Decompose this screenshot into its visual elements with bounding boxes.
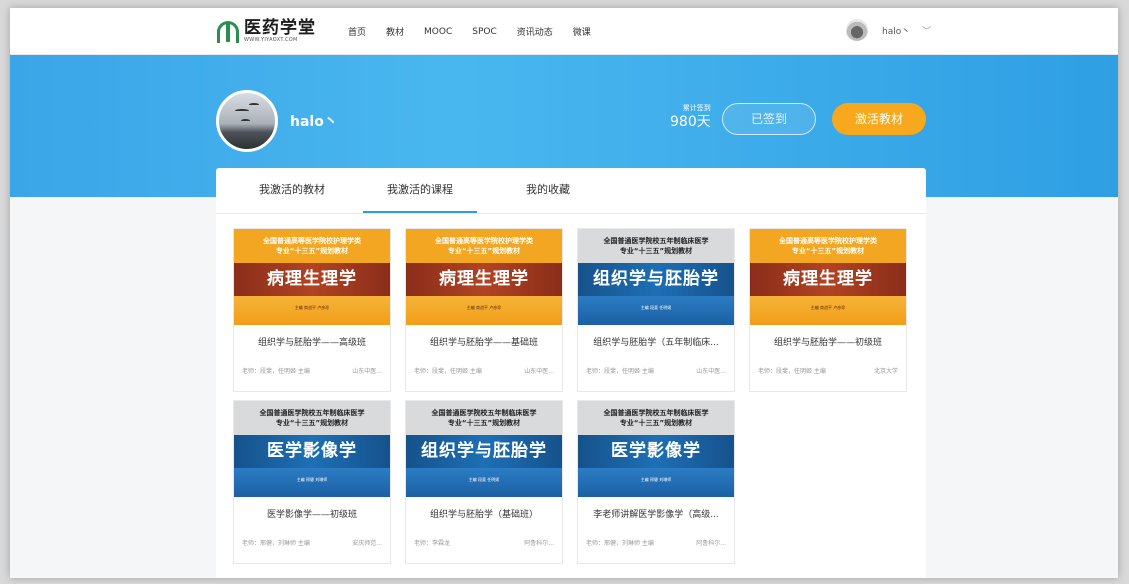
course-meta: 老师：邢健，刘琳师 主编 安庆师范...	[242, 538, 382, 547]
main-nav: 首页 教材 MOOC SPOC 资讯动态 微课	[348, 8, 611, 55]
cover-series: 全国普通医学院校五年制临床医学 专业“十三五”规划教材	[578, 401, 734, 435]
sign-in-stats: 累计签到 980天	[670, 103, 711, 131]
course-cover[interactable]: 全国普通高等医学院校护理学类 专业“十三五”规划教材 病理生理学 主编 商战平 卢彦…	[234, 229, 390, 325]
cover-title: 组织学与胚胎学	[406, 435, 562, 468]
signed-in-button[interactable]: 已签到	[722, 103, 816, 135]
top-navbar: 医药学堂 WWW.YIYAOXT.COM 首页 教材 MOOC SPOC 资讯动…	[10, 8, 1118, 55]
course-teacher: 老师：段斐，任明姬 主编	[586, 368, 654, 375]
tab-favorites[interactable]: 我的收藏	[526, 168, 570, 214]
cover-authors: 主编 段斐 任明姬	[406, 468, 562, 497]
course-cover[interactable]: 全国普通医学院校五年制临床医学 专业“十三五”规划教材 组织学与胚胎学 主编 段斐 …	[406, 401, 562, 497]
course-school: 山东中医...	[524, 368, 554, 375]
sign-in-label: 累计签到	[682, 104, 711, 112]
course-title[interactable]: 组织学与胚胎学（五年制临床...	[586, 335, 726, 348]
cover-title: 医学影像学	[578, 435, 734, 468]
cover-series: 全国普通医学院校五年制临床医学 专业“十三五”规划教材	[406, 401, 562, 435]
cover-title: 病理生理学	[234, 263, 390, 296]
cover-authors: 主编 邢健 刘琳师	[578, 468, 734, 497]
profile-avatar	[216, 90, 278, 152]
nav-microcourse[interactable]: 微课	[573, 25, 591, 38]
course-cover[interactable]: 全国普通高等医学院校护理学类 专业“十三五”规划教材 病理生理学 主编 商战平 卢彦…	[750, 229, 906, 325]
cover-series: 全国普通医学院校五年制临床医学 专业“十三五”规划教材	[234, 401, 390, 435]
course-teacher: 老师：段斐，任明姬 主编	[414, 368, 482, 375]
course-card[interactable]: 全国普通高等医学院校护理学类 专业“十三五”规划教材 病理生理学 主编 商战平 卢彦…	[405, 228, 563, 392]
nav-spoc[interactable]: SPOC	[472, 27, 497, 37]
course-cover[interactable]: 全国普通医学院校五年制临床医学 专业“十三五”规划教材 组织学与胚胎学 主编 段斐 …	[578, 229, 734, 325]
tab-bar: 我激活的教材 我激活的课程 我的收藏	[216, 168, 926, 214]
cover-title: 组织学与胚胎学	[578, 263, 734, 296]
course-meta: 老师：段斐，任明姬 主编 山东中医...	[242, 366, 382, 375]
sign-in-days: 980天	[670, 114, 711, 130]
tab-activated-courses[interactable]: 我激活的课程	[387, 168, 453, 214]
course-meta: 老师：李霖龙 阿鲁科尔...	[414, 538, 554, 547]
cover-authors: 主编 商战平 卢彦珍	[234, 296, 390, 325]
course-title[interactable]: 组织学与胚胎学——基础班	[414, 335, 554, 348]
nav-home[interactable]: 首页	[348, 25, 366, 38]
cover-authors: 主编 商战平 卢彦珍	[750, 296, 906, 325]
nav-textbooks[interactable]: 教材	[386, 25, 404, 38]
cover-authors: 主编 商战平 卢彦珍	[406, 296, 562, 325]
active-tab-indicator	[363, 211, 477, 213]
avatar[interactable]	[846, 19, 868, 41]
tab-activated-textbooks[interactable]: 我激活的教材	[259, 168, 325, 214]
course-teacher: 老师：段斐，任明姬 主编	[758, 368, 826, 375]
course-meta: 老师：段斐，任明姬 主编 北京大学	[758, 366, 898, 375]
course-card[interactable]: 全国普通医学院校五年制临床医学 专业“十三五”规划教材 组织学与胚胎学 主编 段斐 …	[405, 400, 563, 564]
cover-series: 全国普通医学院校五年制临床医学 专业“十三五”规划教材	[578, 229, 734, 263]
course-card[interactable]: 全国普通医学院校五年制临床医学 专业“十三五”规划教材 医学影像学 主编 邢健 刘琳…	[233, 400, 391, 564]
course-school: 山东中医...	[352, 368, 382, 375]
course-school: 安庆师范...	[352, 540, 382, 547]
logo-icon	[216, 18, 240, 44]
logo-name: 医药学堂	[244, 18, 316, 38]
course-card[interactable]: 全国普通医学院校五年制临床医学 专业“十三五”规划教材 医学影像学 主编 邢健 刘琳…	[577, 400, 735, 564]
course-title[interactable]: 组织学与胚胎学——初级班	[758, 335, 898, 348]
course-teacher: 老师：段斐，任明姬 主编	[242, 368, 310, 375]
cover-title: 医学影像学	[234, 435, 390, 468]
course-meta: 老师：邢健，刘琳师 主编 阿鲁科尔...	[586, 538, 726, 547]
nav-mooc[interactable]: MOOC	[424, 27, 452, 37]
nav-news[interactable]: 资讯动态	[517, 25, 553, 38]
cover-series: 全国普通高等医学院校护理学类 专业“十三五”规划教材	[406, 229, 562, 263]
course-meta: 老师：段斐，任明姬 主编 山东中医...	[586, 366, 726, 375]
browser-page: 医药学堂 WWW.YIYAOXT.COM 首页 教材 MOOC SPOC 资讯动…	[10, 8, 1118, 578]
nav-username[interactable]: halo丶	[882, 24, 910, 37]
profile-username: halo丶	[290, 114, 338, 130]
cover-title: 病理生理学	[406, 263, 562, 296]
activate-textbook-button[interactable]: 激活教材	[832, 103, 926, 135]
logo-url: WWW.YIYAOXT.COM	[244, 37, 298, 43]
course-teacher: 老师：李霖龙	[414, 540, 451, 547]
course-school: 阿鲁科尔...	[524, 540, 554, 547]
course-card[interactable]: 全国普通医学院校五年制临床医学 专业“十三五”规划教材 组织学与胚胎学 主编 段斐 …	[577, 228, 735, 392]
cover-authors: 主编 段斐 任明姬	[578, 296, 734, 325]
course-title[interactable]: 组织学与胚胎学（基础班）	[414, 507, 554, 520]
course-teacher: 老师：邢健，刘琳师 主编	[242, 540, 310, 547]
cover-series: 全国普通高等医学院校护理学类 专业“十三五”规划教材	[750, 229, 906, 263]
course-cover[interactable]: 全国普通高等医学院校护理学类 专业“十三五”规划教材 病理生理学 主编 商战平 卢彦…	[406, 229, 562, 325]
cover-title: 病理生理学	[750, 263, 906, 296]
course-school: 山东中医...	[696, 368, 726, 375]
user-menu[interactable]: halo丶 ﹀	[846, 19, 931, 41]
course-teacher: 老师：邢健，刘琳师 主编	[586, 540, 654, 547]
course-card[interactable]: 全国普通高等医学院校护理学类 专业“十三五”规划教材 病理生理学 主编 商战平 卢彦…	[749, 228, 907, 392]
chevron-down-icon[interactable]: ﹀	[922, 24, 931, 37]
course-card[interactable]: 全国普通高等医学院校护理学类 专业“十三五”规划教材 病理生理学 主编 商战平 卢彦…	[233, 228, 391, 392]
course-title[interactable]: 李老师讲解医学影像学（高级...	[586, 507, 726, 520]
course-title[interactable]: 医学影像学——初级班	[242, 507, 382, 520]
course-cover[interactable]: 全国普通医学院校五年制临床医学 专业“十三五”规划教材 医学影像学 主编 邢健 刘琳…	[578, 401, 734, 497]
course-school: 北京大学	[873, 368, 898, 375]
content-panel: 我激活的教材 我激活的课程 我的收藏 全国普通高等医学院校护理学类 专业“十三五…	[216, 168, 926, 578]
cover-authors: 主编 邢健 刘琳师	[234, 468, 390, 497]
course-meta: 老师：段斐，任明姬 主编 山东中医...	[414, 366, 554, 375]
course-school: 阿鲁科尔...	[696, 540, 726, 547]
course-cover[interactable]: 全国普通医学院校五年制临床医学 专业“十三五”规划教材 医学影像学 主编 邢健 刘琳…	[234, 401, 390, 497]
course-title[interactable]: 组织学与胚胎学——高级班	[242, 335, 382, 348]
cover-series: 全国普通高等医学院校护理学类 专业“十三五”规划教材	[234, 229, 390, 263]
site-logo[interactable]: 医药学堂 WWW.YIYAOXT.COM	[216, 16, 316, 46]
